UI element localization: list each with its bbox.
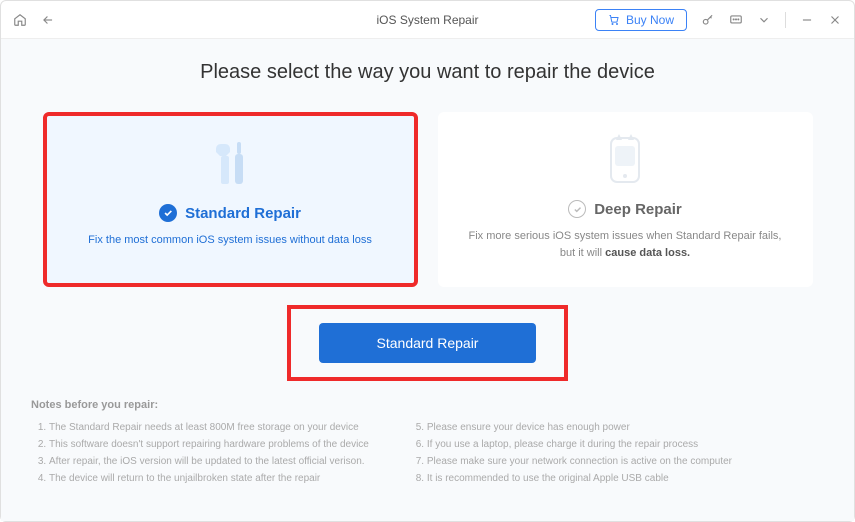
action-highlight-frame: Standard Repair xyxy=(287,305,569,381)
note-item: The device will return to the unjailbrok… xyxy=(49,470,369,487)
standard-repair-button[interactable]: Standard Repair xyxy=(319,323,537,363)
back-icon[interactable] xyxy=(41,13,55,27)
key-icon[interactable] xyxy=(701,13,715,27)
deep-repair-card[interactable]: Deep Repair Fix more serious iOS system … xyxy=(438,112,813,287)
cart-icon xyxy=(608,14,620,26)
content-area: Please select the way you want to repair… xyxy=(1,39,854,521)
note-item: This software doesn't support repairing … xyxy=(49,436,369,453)
standard-repair-desc: Fix the most common iOS system issues wi… xyxy=(88,232,372,249)
note-item: The Standard Repair needs at least 800M … xyxy=(49,419,369,436)
notes-section: Notes before you repair: The Standard Re… xyxy=(31,399,824,487)
note-item: If you use a laptop, please charge it du… xyxy=(427,436,732,453)
window-title: iOS System Repair xyxy=(376,13,478,27)
deep-repair-desc: Fix more serious iOS system issues when … xyxy=(468,228,783,261)
app-window: iOS System Repair Buy Now xyxy=(0,0,855,522)
page-title: Please select the way you want to repair… xyxy=(31,61,824,84)
action-area: Standard Repair xyxy=(31,305,824,381)
buy-now-button[interactable]: Buy Now xyxy=(595,9,687,31)
deep-repair-title: Deep Repair xyxy=(594,201,682,218)
minimize-icon[interactable] xyxy=(800,13,814,27)
titlebar: iOS System Repair Buy Now xyxy=(1,1,854,39)
close-icon[interactable] xyxy=(828,13,842,27)
note-item: Please make sure your network connection… xyxy=(427,453,732,470)
note-item: Please ensure your device has enough pow… xyxy=(427,419,732,436)
feedback-icon[interactable] xyxy=(729,13,743,27)
divider xyxy=(785,12,786,28)
note-item: After repair, the iOS version will be up… xyxy=(49,453,369,470)
notes-title: Notes before you repair: xyxy=(31,399,824,411)
standard-repair-card[interactable]: Standard Repair Fix the most common iOS … xyxy=(43,112,418,287)
standard-repair-title: Standard Repair xyxy=(185,205,301,222)
note-item: It is recommended to use the original Ap… xyxy=(427,470,732,487)
tools-icon xyxy=(207,134,253,194)
check-icon xyxy=(159,204,177,222)
check-icon xyxy=(568,200,586,218)
chevron-down-icon[interactable] xyxy=(757,13,771,27)
device-icon xyxy=(597,130,653,190)
home-icon[interactable] xyxy=(13,13,27,27)
repair-options: Standard Repair Fix the most common iOS … xyxy=(31,112,824,287)
